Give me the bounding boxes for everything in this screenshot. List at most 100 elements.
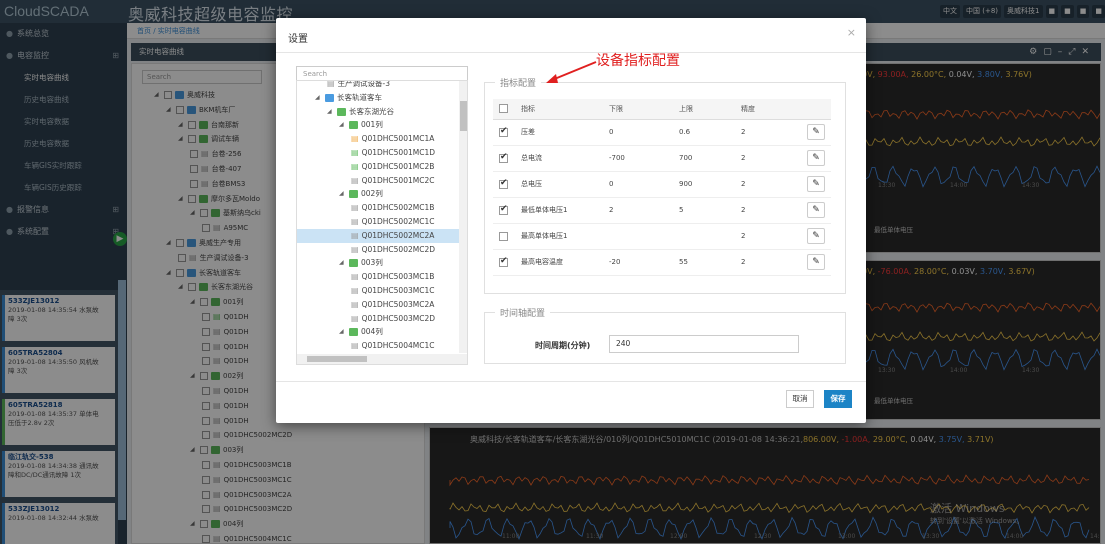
edit-icon[interactable]: ✎ xyxy=(807,254,825,270)
cell-name: 最高电容温度 xyxy=(515,249,603,276)
tree-node[interactable]: ▤ Q01DHC5003MC2A xyxy=(351,298,434,312)
edit-icon[interactable]: ✎ xyxy=(807,150,825,166)
action-cell: ✎ xyxy=(801,119,831,146)
tree-node-label: 长客轨道客车 xyxy=(337,92,382,102)
tree-node[interactable]: ▤ Q01DHC5002MC1C xyxy=(351,215,434,229)
tree-node[interactable]: ▤ Q01DHC5001MC2C xyxy=(351,174,434,188)
divider xyxy=(276,381,866,382)
table-header-row: 指标 下限 上限 精度 xyxy=(493,99,831,120)
row-checkbox[interactable] xyxy=(499,204,508,215)
tree-node-label: Q01DHC5001MC2B xyxy=(361,161,435,171)
tree-node-label: Q01DHC5002MC1B xyxy=(361,203,435,213)
tree-vertical-scrollbar[interactable] xyxy=(459,81,467,353)
annotation-label: 设备指标配置 xyxy=(596,53,680,69)
toggle-icon[interactable]: ◢ xyxy=(339,118,346,132)
device-icon: ▤ xyxy=(351,244,359,254)
table-row: 最高电容温度-20552 ✎ xyxy=(493,249,831,276)
toggle-icon[interactable]: ◢ xyxy=(339,187,346,201)
tree-node[interactable]: ▤ Q01DHC5002MC2D xyxy=(351,243,435,257)
tree-node-label: Q01DHC5003MC2D xyxy=(361,313,436,323)
device-icon: ▤ xyxy=(351,286,359,295)
modal-title: 设置 xyxy=(288,34,308,45)
device-icon: ▤ xyxy=(351,161,359,171)
tree-node[interactable]: ▤ Q01DHC5003MC1C xyxy=(351,284,434,298)
toggle-icon[interactable]: ◢ xyxy=(327,105,334,119)
row-checkbox[interactable] xyxy=(499,178,508,189)
row-checkbox[interactable] xyxy=(499,256,508,267)
folder-icon xyxy=(349,259,358,268)
tree-node[interactable]: ◢ 004列 xyxy=(339,325,383,339)
tree-node-label: Q01DHC5001MC2C xyxy=(361,175,435,185)
divider xyxy=(276,52,866,53)
tree-node[interactable]: ▤ Q01DHC5001MC2B xyxy=(351,160,434,174)
device-icon: ▤ xyxy=(351,134,359,144)
tree-node[interactable]: ▤ Q01DHC5003MC1B xyxy=(351,270,434,284)
tree-node[interactable]: ▤ 生产调试设备-3 xyxy=(327,80,391,91)
tree-node-label: 生产调试设备-3 xyxy=(337,80,391,88)
checkbox-cell xyxy=(493,171,515,198)
indicator-table: 指标 下限 上限 精度 压差00.62✎总电流-7007002✎总电压09002… xyxy=(493,99,831,276)
checkbox-cell xyxy=(493,145,515,172)
tree-node[interactable]: ▤ Q01DHC5002MC1B xyxy=(351,201,434,215)
table-row: 总电压09002 ✎ xyxy=(493,171,831,198)
tree-horizontal-scrollbar[interactable] xyxy=(297,354,467,364)
tree-node-label: Q01DHC5003MC1B xyxy=(361,272,435,282)
tree-node-label: Q01DHC5003MC2A xyxy=(361,299,435,309)
sidebar-scrollbar[interactable] xyxy=(118,280,126,520)
cell-upper: 0.6 xyxy=(673,119,735,146)
toggle-icon[interactable]: ◢ xyxy=(339,325,346,339)
tree-node[interactable]: ◢ 002列 xyxy=(339,187,383,201)
tree-node[interactable]: ◢ 001列 xyxy=(339,118,383,132)
tree-node-label: Q01DHC5003MC1C xyxy=(361,286,435,295)
edit-icon[interactable]: ✎ xyxy=(807,176,825,192)
tree-node[interactable]: ▤ Q01DHC5001MC1A xyxy=(351,132,434,146)
cell-precision: 2 xyxy=(735,223,801,250)
select-all-checkbox[interactable] xyxy=(499,104,508,114)
tree-node[interactable]: ◢ 003列 xyxy=(339,256,383,270)
col-upper: 上限 xyxy=(673,99,735,120)
checkbox-cell xyxy=(493,197,515,224)
tree-node[interactable]: ▤ Q01DHC5002MC2A xyxy=(297,228,459,243)
toggle-icon[interactable]: ◢ xyxy=(339,256,346,270)
period-input[interactable]: 240 xyxy=(609,335,799,353)
col-name: 指标 xyxy=(515,99,603,120)
cell-lower: 0 xyxy=(603,119,673,146)
tree-node[interactable]: ▤ Q01DHC5004MC1C xyxy=(351,339,434,353)
cell-precision: 2 xyxy=(735,197,801,224)
cancel-button[interactable]: 取消 xyxy=(786,390,814,408)
edit-icon[interactable]: ✎ xyxy=(807,228,825,244)
folder-icon xyxy=(337,107,346,116)
tree-node-label: Q01DHC5002MC1C xyxy=(361,217,435,226)
tree-node-label: Q01DHC5001MC1D xyxy=(361,148,436,157)
row-checkbox[interactable] xyxy=(499,126,508,137)
period-label: 时间周期(分钟) xyxy=(535,341,591,350)
save-button[interactable]: 保存 xyxy=(824,390,852,408)
cell-upper: 900 xyxy=(673,171,735,198)
device-icon: ▤ xyxy=(351,217,359,226)
edit-icon[interactable]: ✎ xyxy=(807,202,825,218)
indicator-section-title: 指标配置 xyxy=(495,76,542,89)
row-checkbox[interactable] xyxy=(499,152,508,163)
tree-node[interactable]: ◢ 长客东湖光谷 xyxy=(327,105,394,119)
cell-precision: 2 xyxy=(735,171,801,198)
tree-node[interactable]: ▤ Q01DHC5003MC2D xyxy=(351,312,435,326)
action-cell: ✎ xyxy=(801,249,831,276)
cell-name: 最低单体电压1 xyxy=(515,197,603,224)
close-icon[interactable]: × xyxy=(847,26,856,39)
folder-icon xyxy=(349,121,358,130)
edit-icon[interactable]: ✎ xyxy=(807,124,825,140)
cell-name: 总电压 xyxy=(515,171,603,198)
folder-icon xyxy=(349,190,358,199)
cell-name: 最高单体电压1 xyxy=(515,223,603,250)
tree-node[interactable]: ▤ Q01DHC5001MC1D xyxy=(351,146,435,160)
cell-lower xyxy=(603,223,673,250)
checkbox-cell xyxy=(493,249,515,276)
tree-node-label: 003列 xyxy=(361,258,383,268)
cell-upper: 5 xyxy=(673,197,735,224)
checkbox-cell xyxy=(493,119,515,146)
tree-node[interactable]: ◢ 长客轨道客车 xyxy=(315,91,382,105)
table-row: 最高单体电压1 2 ✎ xyxy=(493,223,831,250)
row-checkbox[interactable] xyxy=(499,231,508,241)
cell-lower: 0 xyxy=(603,171,673,198)
toggle-icon[interactable]: ◢ xyxy=(315,91,322,105)
